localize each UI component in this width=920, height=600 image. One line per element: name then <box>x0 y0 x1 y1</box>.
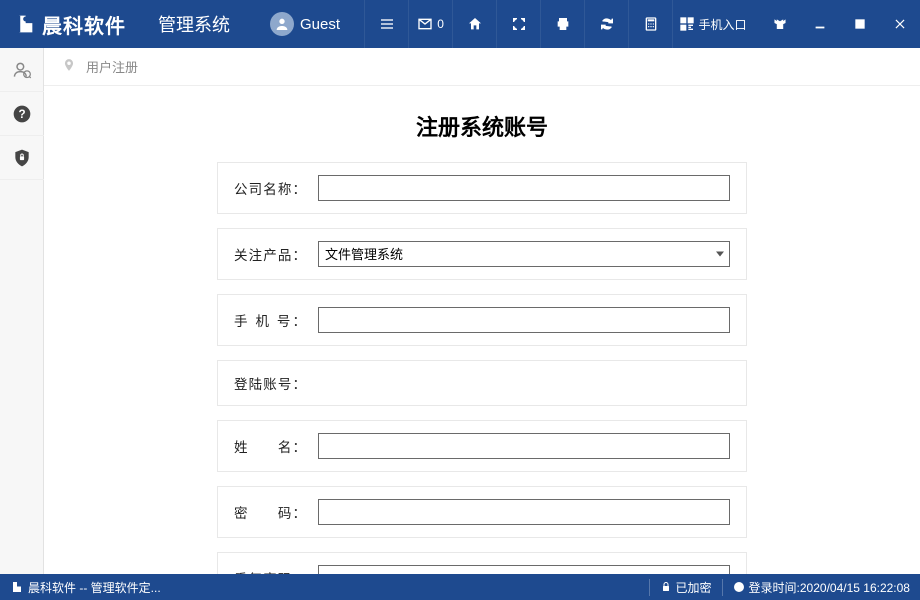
status-bar: 晨科软件 -- 管理软件定... 已加密 登录时间:2020/04/15 16:… <box>0 574 920 600</box>
sidebar-security-button[interactable] <box>0 136 44 180</box>
encrypted-label: 已加密 <box>676 579 712 596</box>
sidebar-help-button[interactable]: ? <box>0 92 44 136</box>
label-phone: 手 机 号 <box>234 310 306 330</box>
label-login: 登陆账号 <box>234 373 306 393</box>
status-encrypted: 已加密 <box>649 579 712 596</box>
brand-block: 晨科软件 <box>0 10 136 39</box>
form-title: 注册系统账号 <box>44 110 920 142</box>
breadcrumb-current: 用户注册 <box>86 57 138 76</box>
breadcrumb: 用户注册 <box>44 48 920 86</box>
print-button[interactable] <box>540 0 584 48</box>
avatar-icon <box>270 12 294 36</box>
theme-button[interactable] <box>760 0 800 48</box>
mobile-entry-label: 手机入口 <box>699 16 747 33</box>
top-toolbar: 0 手机入口 <box>364 0 752 48</box>
brand-name: 晨科软件 <box>42 10 126 39</box>
top-bar: 晨科软件 管理系统 Guest 0 手机入 <box>0 0 920 48</box>
user-block[interactable]: Guest <box>270 12 340 36</box>
row-product: 关注产品 文件管理系统 <box>217 228 747 280</box>
sidebar-user-button[interactable] <box>0 48 44 92</box>
label-company: 公司名称 <box>234 178 306 198</box>
home-button[interactable] <box>452 0 496 48</box>
label-product: 关注产品 <box>234 244 306 264</box>
input-phone[interactable] <box>318 307 730 333</box>
input-company[interactable] <box>318 175 730 201</box>
messages-button[interactable]: 0 <box>408 0 452 48</box>
content: 用户注册 注册系统账号 公司名称 关注产品 文件管理系统 <box>44 48 920 574</box>
input-password[interactable] <box>318 499 730 525</box>
app-title: 管理系统 <box>158 11 230 37</box>
row-name: 姓 名 <box>217 420 747 472</box>
maximize-button[interactable] <box>840 0 880 48</box>
input-password2[interactable] <box>318 565 730 574</box>
taskbar-text: 晨科软件 -- 管理软件定... <box>28 579 161 596</box>
window-controls <box>760 0 920 48</box>
form-body: 公司名称 关注产品 文件管理系统 手 机 号 <box>217 162 747 574</box>
select-product[interactable]: 文件管理系统 <box>318 241 730 267</box>
label-name: 姓 名 <box>234 436 306 456</box>
messages-count: 0 <box>437 17 444 31</box>
menu-button[interactable] <box>364 0 408 48</box>
calculator-button[interactable] <box>628 0 672 48</box>
row-login: 登陆账号 <box>217 360 747 406</box>
fullscreen-button[interactable] <box>496 0 540 48</box>
row-phone: 手 机 号 <box>217 294 747 346</box>
label-password: 密 码 <box>234 502 306 522</box>
row-password2: 重复密码 <box>217 552 747 574</box>
svg-text:?: ? <box>18 108 25 121</box>
mobile-entry-button[interactable]: 手机入口 <box>672 0 752 48</box>
row-company: 公司名称 <box>217 162 747 214</box>
status-login-time: 登录时间:2020/04/15 16:22:08 <box>722 579 910 596</box>
row-password: 密 码 <box>217 486 747 538</box>
login-time-label: 登录时间:2020/04/15 16:22:08 <box>749 579 910 596</box>
input-name[interactable] <box>318 433 730 459</box>
form-area: 注册系统账号 公司名称 关注产品 文件管理系统 <box>44 86 920 574</box>
taskbar-item[interactable]: 晨科软件 -- 管理软件定... <box>10 579 161 596</box>
close-button[interactable] <box>880 0 920 48</box>
user-name: Guest <box>300 16 340 33</box>
sidebar: ? <box>0 48 44 574</box>
brand-logo-icon <box>14 14 34 34</box>
location-icon <box>62 58 76 75</box>
refresh-button[interactable] <box>584 0 628 48</box>
minimize-button[interactable] <box>800 0 840 48</box>
body: ? 用户注册 注册系统账号 公司名称 关注产品 <box>0 48 920 574</box>
